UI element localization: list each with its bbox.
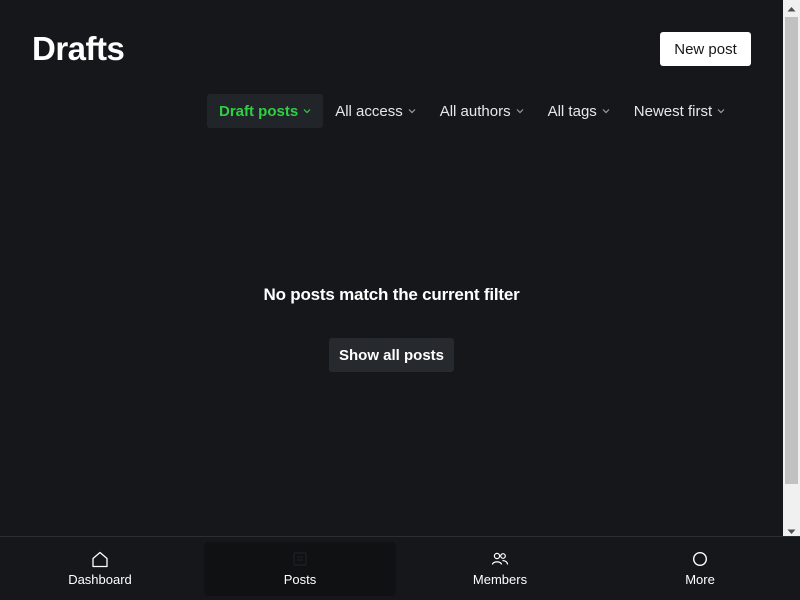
nav-label-more: More — [685, 572, 715, 587]
page-title: Drafts — [32, 30, 125, 67]
filter-bar: Draft posts All access All authors All t… — [207, 94, 737, 128]
app-window: Drafts New post Draft posts All access A… — [0, 0, 800, 600]
scrollbar-thumb[interactable] — [785, 17, 798, 484]
filter-type-dropdown[interactable]: Draft posts — [207, 94, 324, 128]
filter-tags-label: All tags — [547, 102, 597, 120]
show-all-posts-button[interactable]: Show all posts — [329, 338, 454, 372]
nav-label-posts: Posts — [283, 572, 317, 587]
posts-icon — [292, 550, 308, 568]
home-icon — [91, 550, 109, 568]
nav-item-members[interactable]: Members — [400, 537, 600, 600]
nav-item-posts[interactable]: Posts — [200, 537, 400, 600]
nav-label-members: Members — [472, 572, 528, 587]
chevron-down-icon — [303, 108, 311, 114]
nav-label-dashboard: Dashboard — [68, 572, 132, 587]
filter-tags-dropdown[interactable]: All tags — [536, 94, 622, 128]
filter-sort-label: Newest first — [633, 102, 713, 120]
empty-state-message: No posts match the current filter — [263, 285, 520, 304]
nav-item-more[interactable]: More — [600, 537, 800, 600]
scroll-up-arrow-icon[interactable] — [783, 0, 800, 17]
bottom-nav: Dashboard Posts Members More — [0, 536, 800, 600]
chevron-down-icon — [516, 108, 524, 114]
main-content: Drafts New post Draft posts All access A… — [0, 0, 783, 536]
new-post-button[interactable]: New post — [660, 32, 751, 66]
filter-access-dropdown[interactable]: All access — [323, 94, 428, 128]
circle-icon — [692, 550, 708, 568]
vertical-scrollbar[interactable] — [783, 0, 800, 540]
filter-authors-label: All authors — [439, 102, 511, 120]
filter-access-label: All access — [335, 102, 403, 120]
chevron-down-icon — [408, 108, 416, 114]
members-icon — [491, 550, 509, 568]
chevron-down-icon — [602, 108, 610, 114]
filter-type-label: Draft posts — [219, 102, 299, 120]
nav-item-dashboard[interactable]: Dashboard — [0, 537, 200, 600]
filter-authors-dropdown[interactable]: All authors — [428, 94, 536, 128]
filter-sort-dropdown[interactable]: Newest first — [622, 94, 737, 128]
chevron-down-icon — [717, 108, 725, 114]
